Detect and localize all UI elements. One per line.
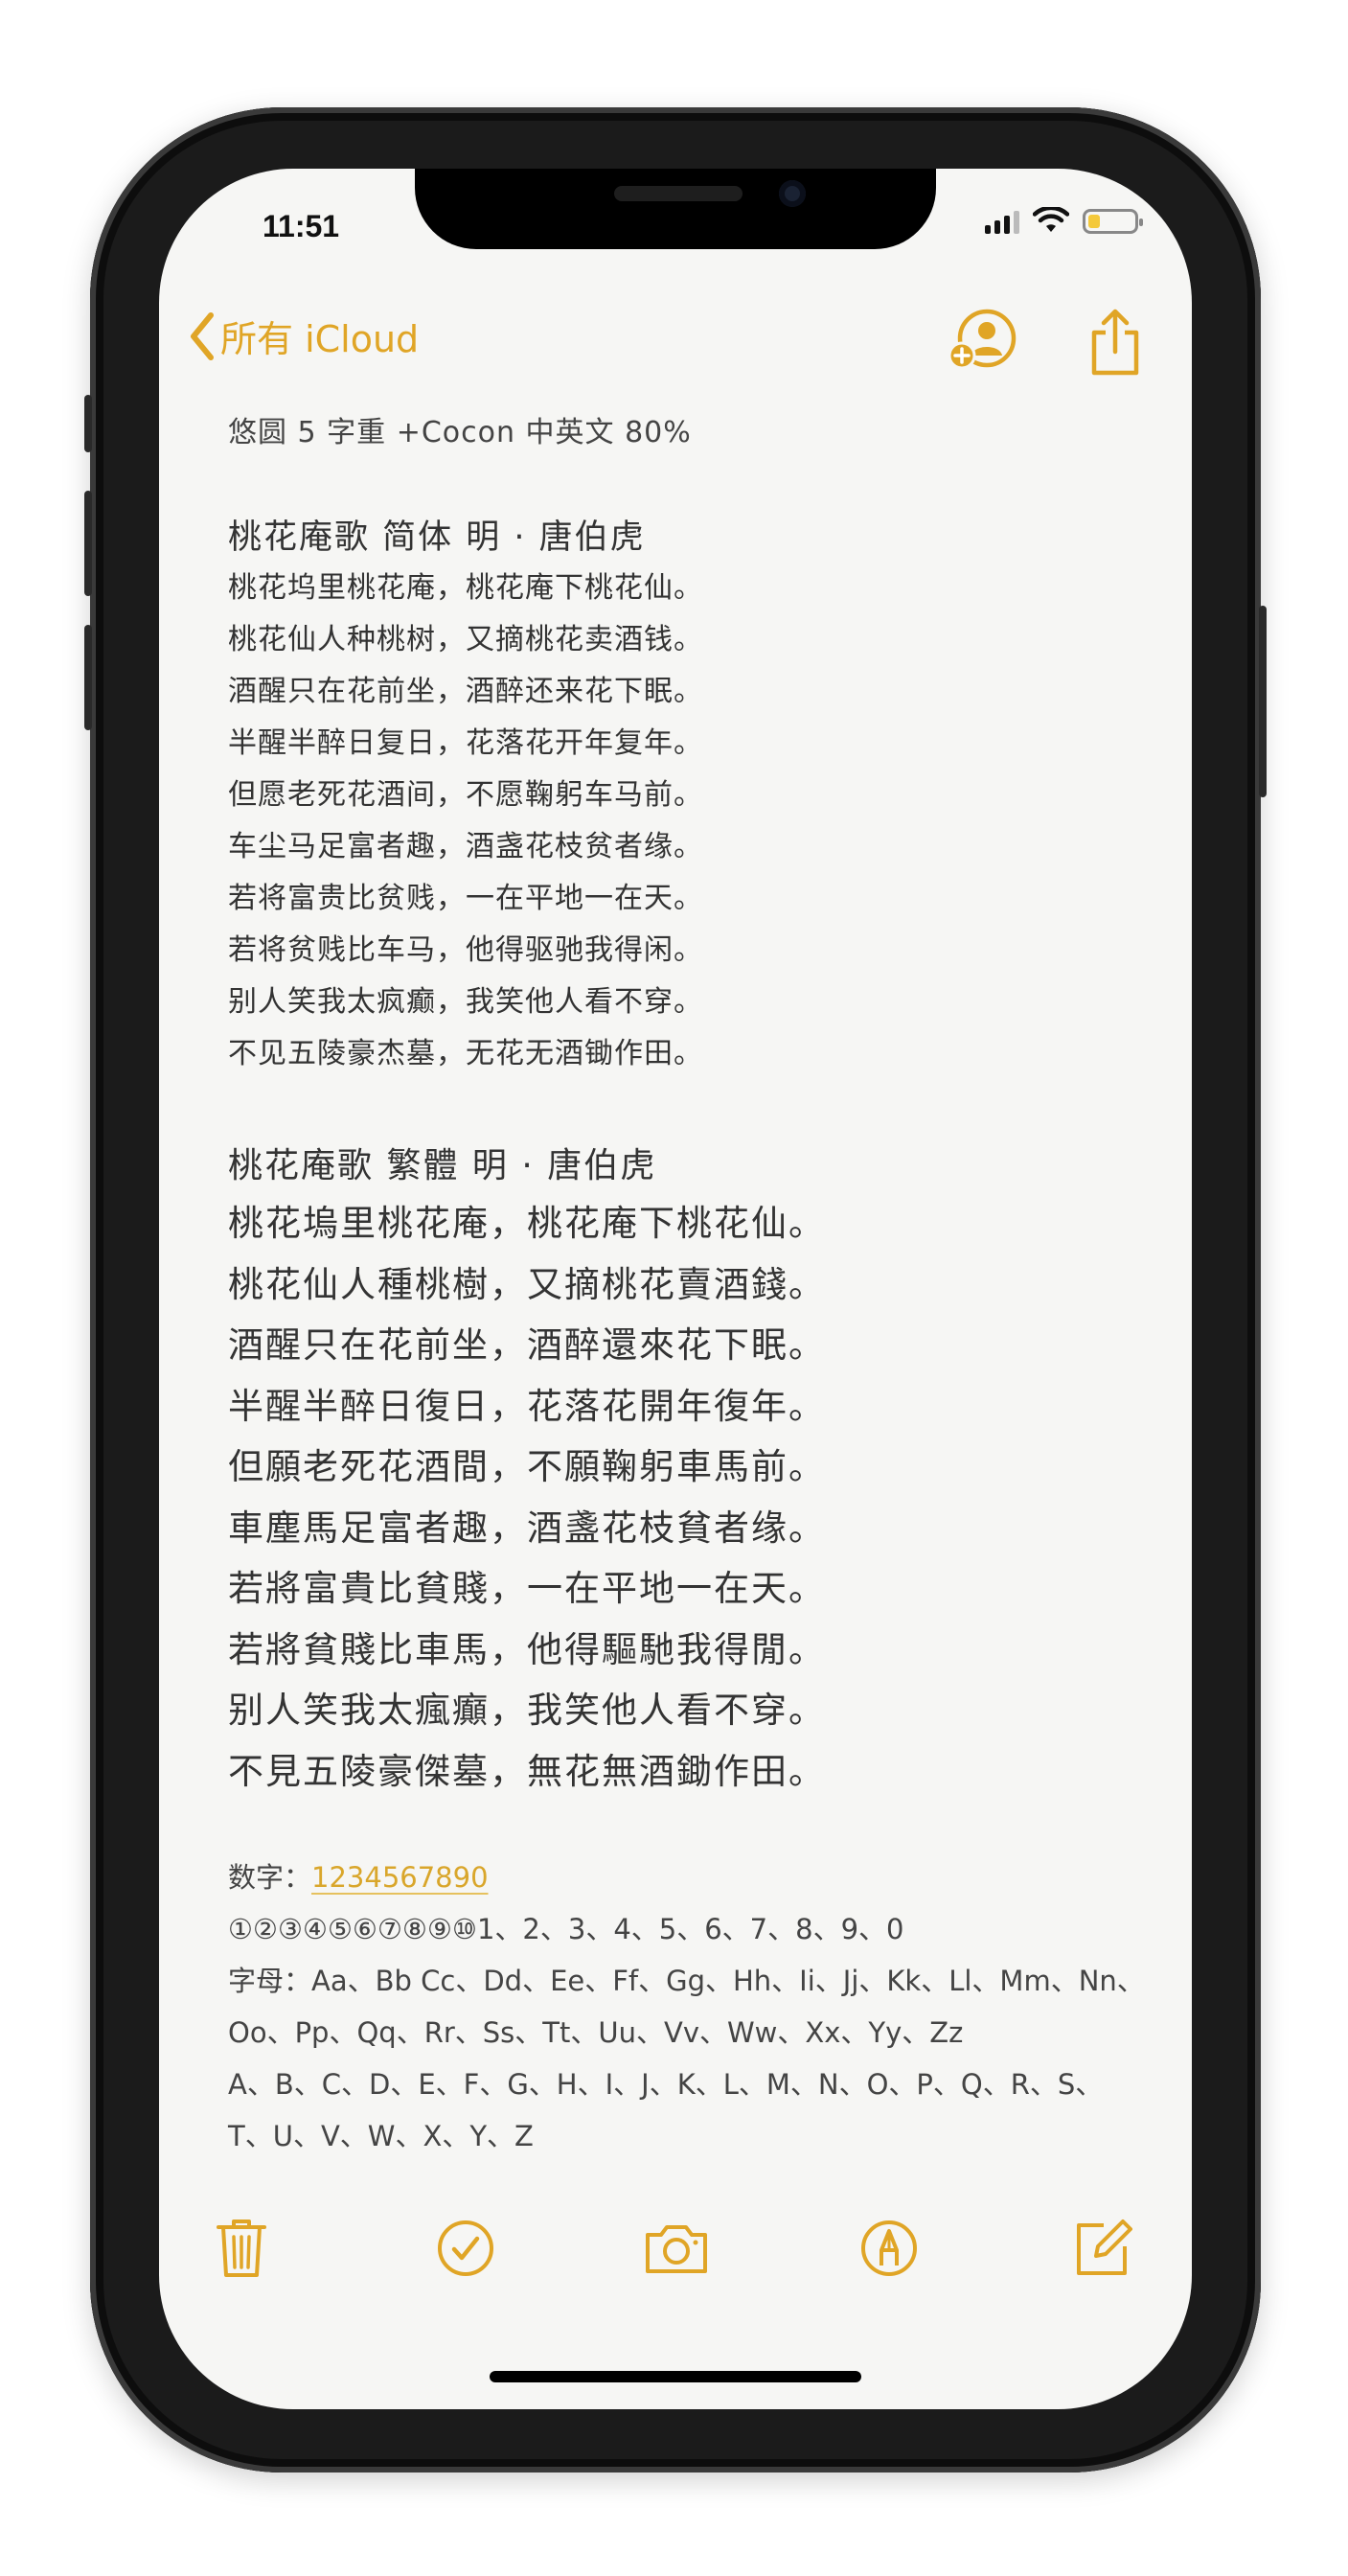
camera-icon[interactable] — [638, 2210, 715, 2287]
poem-line: 半醒半醉日復日，花落花開年復年。 — [228, 1385, 826, 1427]
volume-up-button — [84, 491, 92, 596]
letters-line: T、U、V、W、X、Y、Z — [228, 2120, 534, 2152]
battery-level — [1088, 215, 1100, 228]
poem-line: 桃花坞里桃花庵，桃花庵下桃花仙。 — [228, 571, 703, 605]
volume-down-button — [84, 625, 92, 730]
character-samples: 数字：1234567890 ①②③④⑤⑥⑦⑧⑨⑩1、2、3、4、5、6、7、8、… — [228, 1852, 1148, 2162]
poem-line: 半醒半醉日复日，花落花开年复年。 — [228, 726, 703, 760]
poem-line: 但愿老死花酒间，不愿鞠躬车马前。 — [228, 778, 703, 812]
poem-line: 若將貧賤比車馬，他得驅馳我得閒。 — [228, 1628, 826, 1670]
trash-icon[interactable] — [203, 2210, 280, 2287]
poem-line: 若将贫贱比车马，他得驱驰我得闲。 — [228, 933, 703, 967]
notch — [415, 169, 936, 249]
add-person-icon[interactable] — [947, 308, 1017, 375]
status-icons — [985, 207, 1143, 234]
status-time: 11:51 — [263, 209, 340, 243]
letters-line: Oo、Pp、Qq、Rr、Ss、Tt、Uu、Vv、Ww、Xx、Yy、Zz — [228, 2016, 964, 2049]
poem-line: 酒醒只在花前坐，酒醉还来花下眠。 — [228, 675, 703, 708]
poem-line: 别人笑我太瘋癲，我笑他人看不穿。 — [228, 1690, 826, 1731]
markup-icon[interactable] — [851, 2210, 927, 2287]
digits-link[interactable]: 1234567890 — [311, 1861, 489, 1894]
poem-line: 酒醒只在花前坐，酒醉還來花下眠。 — [228, 1324, 826, 1366]
home-indicator[interactable] — [490, 2371, 861, 2382]
poem-simplified: 桃花坞里桃花庵，桃花庵下桃花仙。 桃花仙人种桃树，又摘桃花卖酒钱。 酒醒只在花前… — [228, 563, 1148, 1080]
poem-line: 不见五陵豪杰墓，无花无酒锄作田。 — [228, 1037, 703, 1070]
poem-line: 不見五陵豪傑墓，無花無酒鋤作田。 — [228, 1750, 826, 1792]
poem-line: 但願老死花酒間，不願鞠躬車馬前。 — [228, 1446, 826, 1487]
poem-traditional: 桃花塢里桃花庵，桃花庵下桃花仙。 桃花仙人種桃樹，又摘桃花賣酒錢。 酒醒只在花前… — [228, 1193, 1148, 1802]
poem-line: 桃花仙人种桃树，又摘桃花卖酒钱。 — [228, 623, 703, 656]
poem-title-simplified: 桃花庵歌 简体 明 · 唐伯虎 — [228, 518, 646, 557]
mute-switch — [84, 395, 92, 452]
bottom-toolbar — [159, 2210, 1192, 2287]
poem-title-traditional: 桃花庵歌 繁體 明 · 唐伯虎 — [228, 1146, 657, 1185]
poem-line: 若將富貴比貧賤，一在平地一在天。 — [228, 1568, 826, 1609]
poem-line: 别人笑我太疯癫，我笑他人看不穿。 — [228, 985, 703, 1019]
power-button — [1259, 606, 1267, 797]
navigation-bar: 所有 iCloud — [159, 298, 1192, 384]
front-camera — [779, 180, 806, 207]
wifi-icon — [1033, 207, 1069, 232]
share-icon[interactable] — [1085, 308, 1152, 376]
screen: 11:51 所有 iCloud 悠圆 5 字重 +Cocon 中英文 80% 桃… — [159, 169, 1192, 2409]
checklist-icon[interactable] — [427, 2210, 504, 2287]
back-button[interactable]: 所有 iCloud — [188, 310, 419, 362]
poem-line: 車塵馬足富者趣，酒盞花枝貧者缘。 — [228, 1506, 826, 1549]
speaker-grille — [614, 186, 743, 201]
chevron-left-icon — [191, 311, 214, 360]
letters-line: 字母：Aa、Bb Cc、Dd、Ee、Ff、Gg、Hh、Ii、Jj、Kk、Ll、M… — [228, 1965, 1145, 1997]
font-note: 悠圆 5 字重 +Cocon 中英文 80% — [228, 416, 692, 449]
battery-icon — [1083, 209, 1143, 234]
letters-line: A、B、C、D、E、F、G、H、I、J、K、L、M、N、O、P、Q、R、S、 — [228, 2068, 1104, 2101]
digits-line: 数字：1234567890 — [228, 1852, 1148, 1903]
poem-line: 若将富贵比贫贱，一在平地一在天。 — [228, 882, 703, 915]
poem-line: 桃花塢里桃花庵，桃花庵下桃花仙。 — [228, 1203, 826, 1244]
signal-icon — [985, 211, 1019, 234]
compose-icon[interactable] — [1063, 2210, 1140, 2287]
back-label: 所有 iCloud — [220, 318, 420, 360]
digits-label: 数字： — [228, 1861, 312, 1894]
note-content[interactable]: 悠圆 5 字重 +Cocon 中英文 80% 桃花庵歌 简体 明 · 唐伯虎 桃… — [228, 408, 1148, 2162]
circled-digits-line: ①②③④⑤⑥⑦⑧⑨⑩1、2、3、4、5、6、7、8、9、0 — [228, 1913, 904, 1945]
poem-line: 车尘马足富者趣，酒盏花枝贫者缘。 — [228, 830, 703, 863]
poem-line: 桃花仙人種桃樹，又摘桃花賣酒錢。 — [228, 1263, 826, 1305]
